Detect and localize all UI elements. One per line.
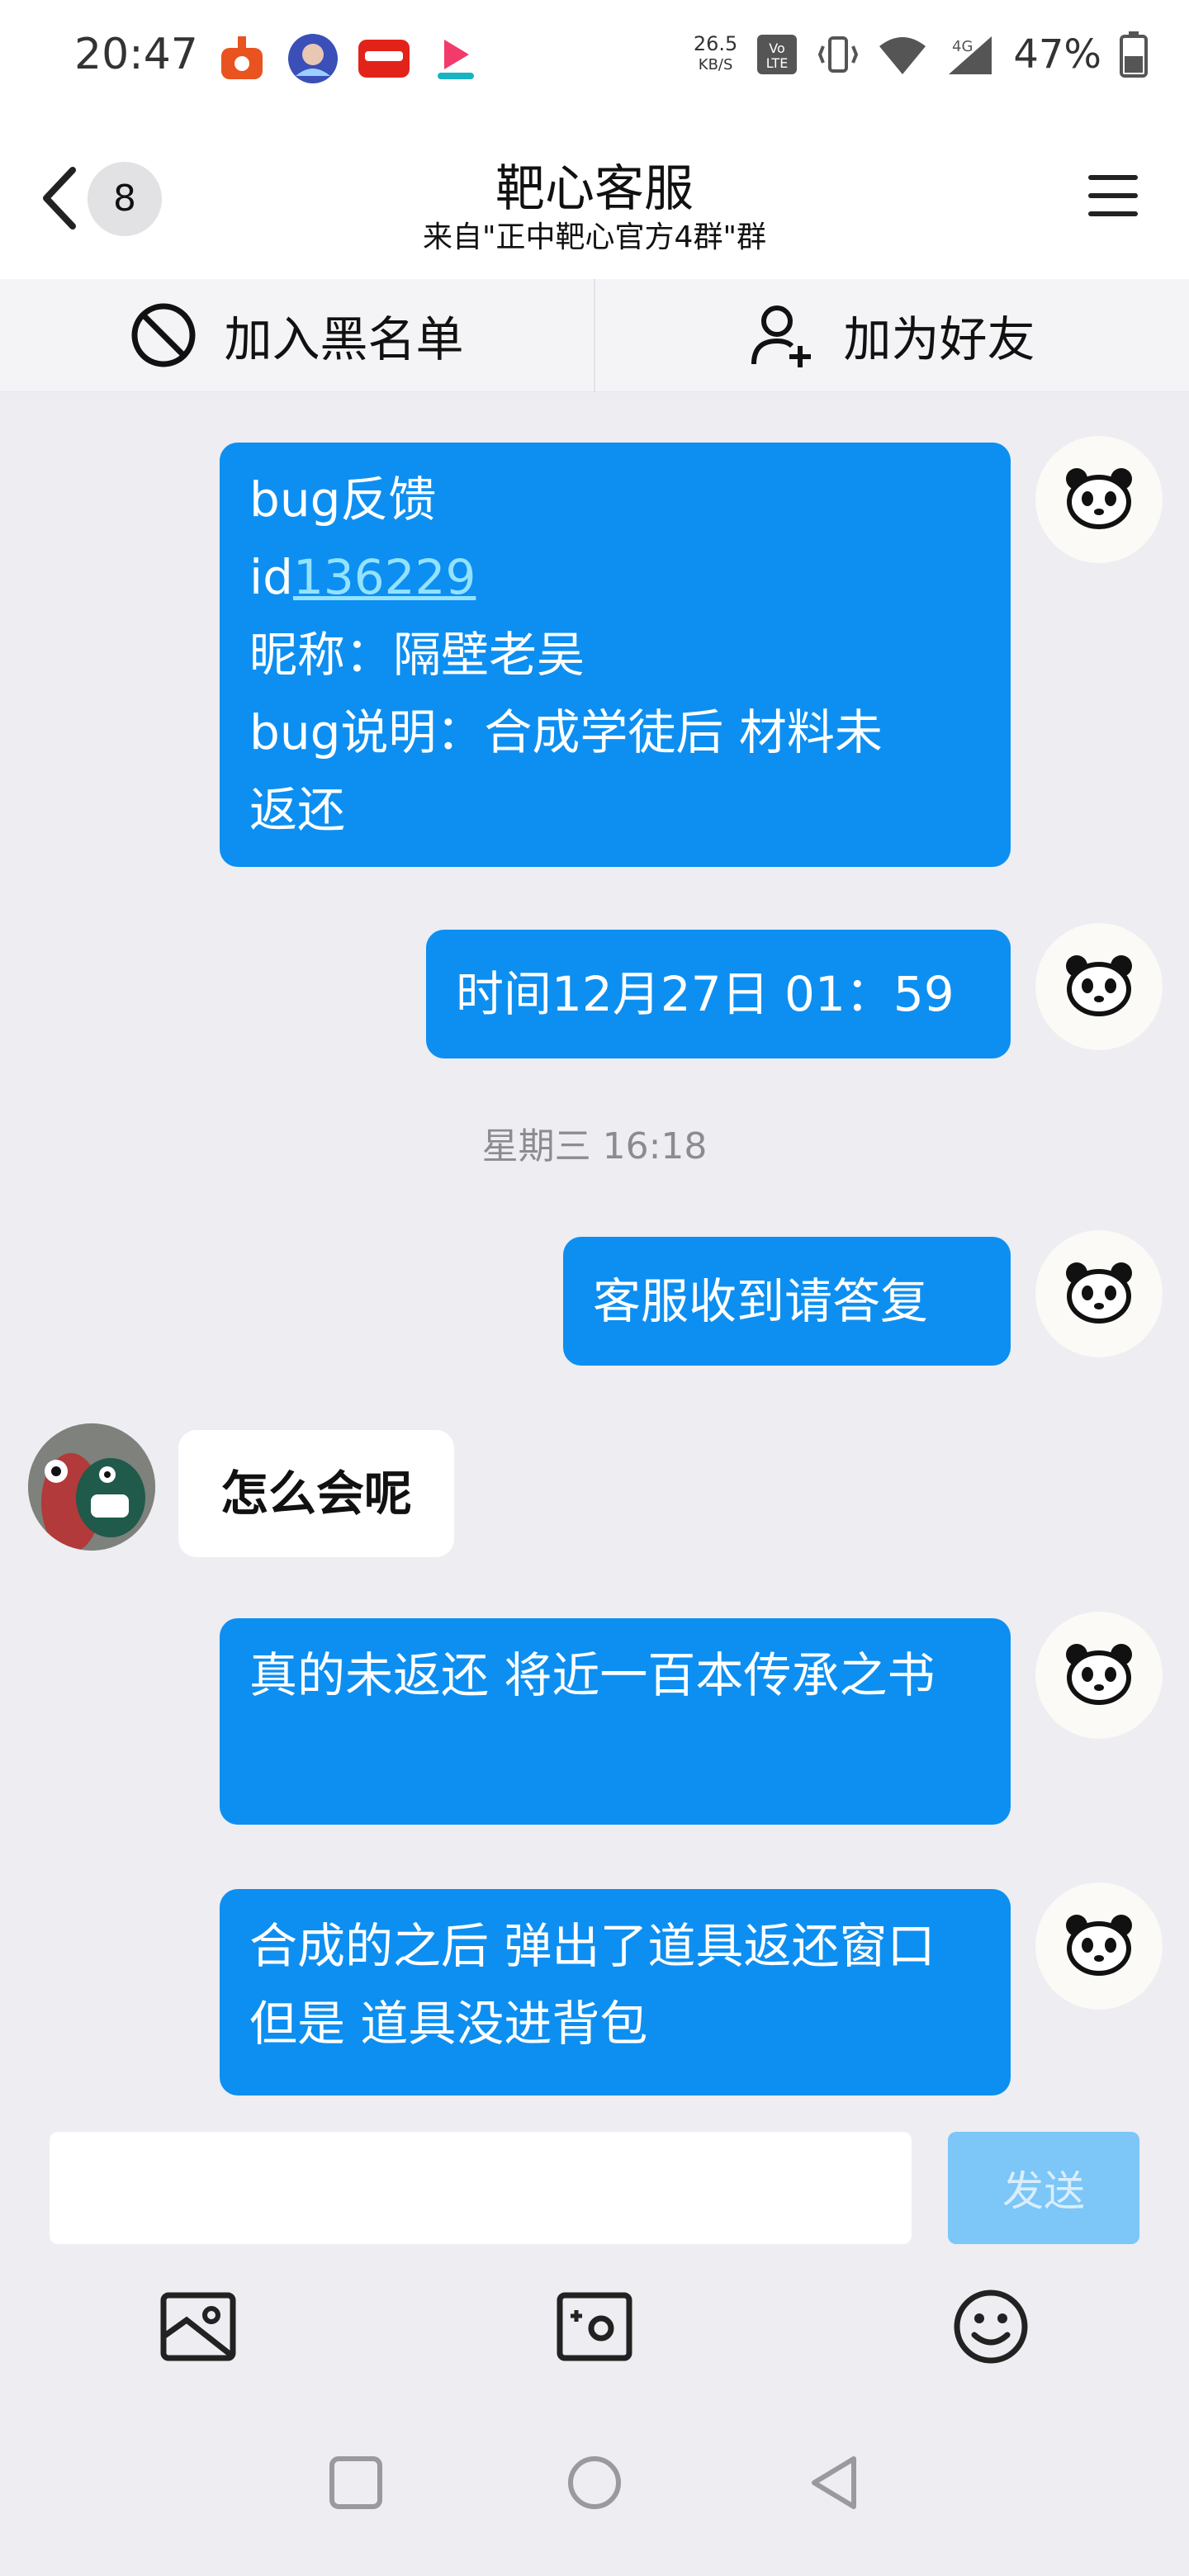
message-bubble-request-reply[interactable]: 客服收到请答复 [563,1237,1011,1366]
panda-icon [1066,955,1132,1016]
id-link[interactable]: 136229 [293,549,476,605]
action-bar: 加入黑名单 加为好友 [0,279,1189,392]
circle-icon[interactable] [566,2454,623,2512]
self-avatar[interactable] [1035,436,1163,563]
video-app-icon [429,33,481,84]
cloud-pay-app-icon [358,33,410,84]
status-bar: 20:47 26.5 KB/S Vo LTE 4G 47% [0,0,1189,124]
self-avatar[interactable] [1035,1230,1163,1357]
status-app-icons [216,33,481,84]
vibrate-icon [818,36,859,73]
svg-text:LTE: LTE [766,55,789,71]
status-time: 20:47 [74,30,198,79]
camera-icon[interactable] [555,2287,634,2366]
add-friend-button[interactable]: 加为好友 [595,279,1189,391]
hamburger-menu-icon[interactable] [1087,172,1139,220]
image-icon[interactable] [159,2287,238,2366]
self-avatar[interactable] [1035,1612,1163,1739]
battery-icon [1120,31,1148,78]
self-avatar[interactable] [1035,1882,1163,2010]
game-app-icon [287,33,339,84]
battery-percent: 47% [1013,31,1101,78]
send-button[interactable]: 发送 [948,2132,1139,2244]
blacklist-label: 加入黑名单 [224,311,464,367]
panda-icon [1066,1644,1132,1705]
svg-text:4G: 4G [952,38,973,55]
panda-icon [1066,1262,1132,1324]
emoji-icon[interactable] [951,2287,1030,2366]
message-bubble-bug-report[interactable]: bug反馈 id136229 昵称：隔壁老吴 bug说明：合成学徒后 材料未 返… [220,443,1011,867]
self-avatar[interactable] [1035,923,1163,1050]
wifi-icon [879,37,926,74]
service-avatar[interactable] [28,1423,155,1551]
add-friend-label: 加为好友 [843,311,1035,367]
chat-title: 靶心客服 [495,160,694,218]
svg-text:Vo: Vo [770,40,786,56]
message-bubble-not-returned[interactable]: 真的未返还 将近一百本传承之书 [220,1618,1011,1825]
triangle-back-icon[interactable] [806,2454,864,2512]
chat-subtitle: 来自"正中靶心官方4群"群 [422,220,767,254]
panda-icon [1066,1915,1132,1976]
message-bubble-popup-issue[interactable]: 合成的之后 弹出了道具返还窗口 但是 道具没进背包 [220,1889,1011,2095]
message-bubble-sticker[interactable]: 怎么会呢 [178,1430,454,1557]
cell-signal-icon: 4G [949,36,992,74]
add-to-blacklist-button[interactable]: 加入黑名单 [0,279,594,391]
message-bubble-time[interactable]: 时间12月27日 01：59 [426,930,1011,1058]
net-speed: 26.5 KB/S [693,32,738,73]
app-notification-icon [216,33,268,84]
message-input[interactable] [50,2132,912,2244]
panda-icon [1066,468,1132,529]
sticker-text: 怎么会呢 [220,1466,412,1522]
time-divider: 星期三 16:18 [481,1125,708,1167]
add-user-icon [751,305,812,367]
cartoon-avatar-icon [28,1423,155,1551]
volte-icon: VoLTE [757,35,798,74]
square-icon[interactable] [327,2454,385,2512]
block-icon [131,303,196,367]
status-indicators: 26.5 KB/S Vo LTE 4G 47% [694,31,1148,78]
